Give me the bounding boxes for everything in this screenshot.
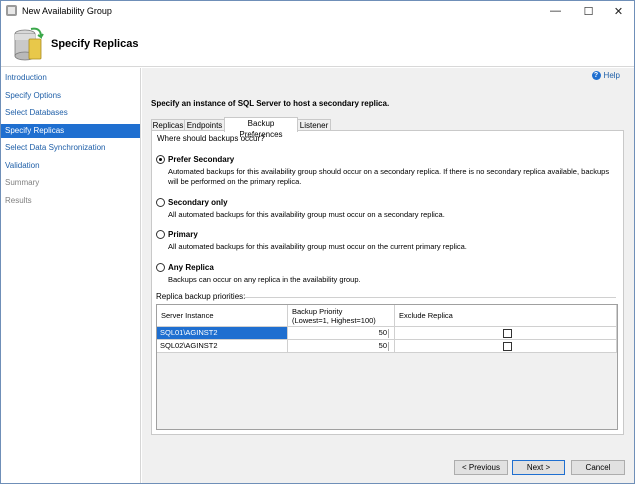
column-header-backup-priority-line1: Backup Priority xyxy=(292,307,343,316)
radio-any-replica[interactable] xyxy=(156,263,165,272)
nav-item-specify-replicas[interactable]: Specify Replicas xyxy=(1,124,140,138)
app-icon xyxy=(6,5,17,16)
option-label-any-replica: Any Replica xyxy=(168,263,214,272)
database-icon xyxy=(14,27,44,61)
radio-primary[interactable] xyxy=(156,230,165,239)
group-divider xyxy=(244,297,616,298)
cell-exclude-replica xyxy=(395,327,617,340)
option-description-prefer-secondary: Automated backups for this availability … xyxy=(168,167,610,186)
option-description-secondary-only: All automated backups for this availabil… xyxy=(168,210,445,219)
backup-preferences-panel: Where should backups occur? Prefer Secon… xyxy=(151,130,624,435)
previous-button[interactable]: < Previous xyxy=(454,460,508,475)
nav-item-introduction[interactable]: Introduction xyxy=(1,71,140,85)
option-label-secondary-only: Secondary only xyxy=(168,198,228,207)
instruction-text: Specify an instance of SQL Server to hos… xyxy=(151,99,390,108)
nav-item-results: Results xyxy=(5,196,32,205)
page-header: Specify Replicas xyxy=(1,21,634,67)
cell-server-instance[interactable]: SQL02\AGINST2 xyxy=(157,340,288,353)
nav-item-specify-options[interactable]: Specify Options xyxy=(1,89,140,103)
help-link[interactable]: ? Help xyxy=(591,71,620,80)
main-content: ? Help Specify an instance of SQL Server… xyxy=(142,68,634,483)
column-header-exclude-replica[interactable]: Exclude Replica xyxy=(395,305,617,327)
priority-stepper[interactable]: 50 xyxy=(288,327,395,340)
priority-value: 50 xyxy=(378,328,387,337)
option-description-any-replica: Backups can occur on any replica in the … xyxy=(168,275,361,284)
spin-icon[interactable] xyxy=(388,328,392,338)
cell-exclude-replica xyxy=(395,340,617,353)
help-icon: ? xyxy=(591,71,601,80)
option-description-primary: All automated backups for this availabil… xyxy=(168,242,467,251)
maximize-button[interactable]: ☐ xyxy=(575,1,602,21)
radio-secondary-only[interactable] xyxy=(156,198,165,207)
priority-value: 50 xyxy=(378,341,387,350)
minimize-button[interactable]: — xyxy=(542,1,569,21)
spin-icon[interactable] xyxy=(388,341,392,351)
priority-stepper[interactable]: 50 xyxy=(288,340,395,353)
tab-backup-preferences[interactable]: Backup Preferences xyxy=(224,117,298,139)
cancel-button[interactable]: Cancel xyxy=(571,460,625,475)
nav-item-summary: Summary xyxy=(5,178,40,187)
nav-item-validation[interactable]: Validation xyxy=(1,159,140,173)
page-title: Specify Replicas xyxy=(51,38,139,50)
nav-item-select-data-synchronization[interactable]: Select Data Synchronization xyxy=(1,141,140,155)
option-label-primary: Primary xyxy=(168,230,198,239)
wizard-window: New Availability Group — ☐ ✕ Specify Rep… xyxy=(0,0,635,484)
wizard-nav: Introduction Specify Options Select Data… xyxy=(1,68,141,483)
option-label-prefer-secondary: Prefer Secondary xyxy=(168,155,235,164)
column-header-backup-priority-line2: (Lowest=1, Highest=100) xyxy=(292,316,376,325)
title-bar: New Availability Group — ☐ ✕ xyxy=(1,1,634,21)
window-title: New Availability Group xyxy=(22,6,112,16)
priorities-group-label: Replica backup priorities: xyxy=(156,292,246,301)
replica-priorities-grid[interactable]: Server Instance Backup Priority (Lowest=… xyxy=(156,304,618,430)
close-button[interactable]: ✕ xyxy=(605,1,632,21)
help-label: Help xyxy=(603,71,620,80)
column-header-backup-priority[interactable]: Backup Priority (Lowest=1, Highest=100) xyxy=(288,305,395,327)
column-header-server-instance[interactable]: Server Instance xyxy=(157,305,288,327)
next-button[interactable]: Next > xyxy=(512,460,565,475)
cell-server-instance[interactable]: SQL01\AGINST2 xyxy=(157,327,288,340)
nav-item-select-databases[interactable]: Select Databases xyxy=(1,106,140,120)
radio-prefer-secondary[interactable] xyxy=(156,155,165,164)
exclude-replica-checkbox[interactable] xyxy=(503,329,512,338)
exclude-replica-checkbox[interactable] xyxy=(503,342,512,351)
